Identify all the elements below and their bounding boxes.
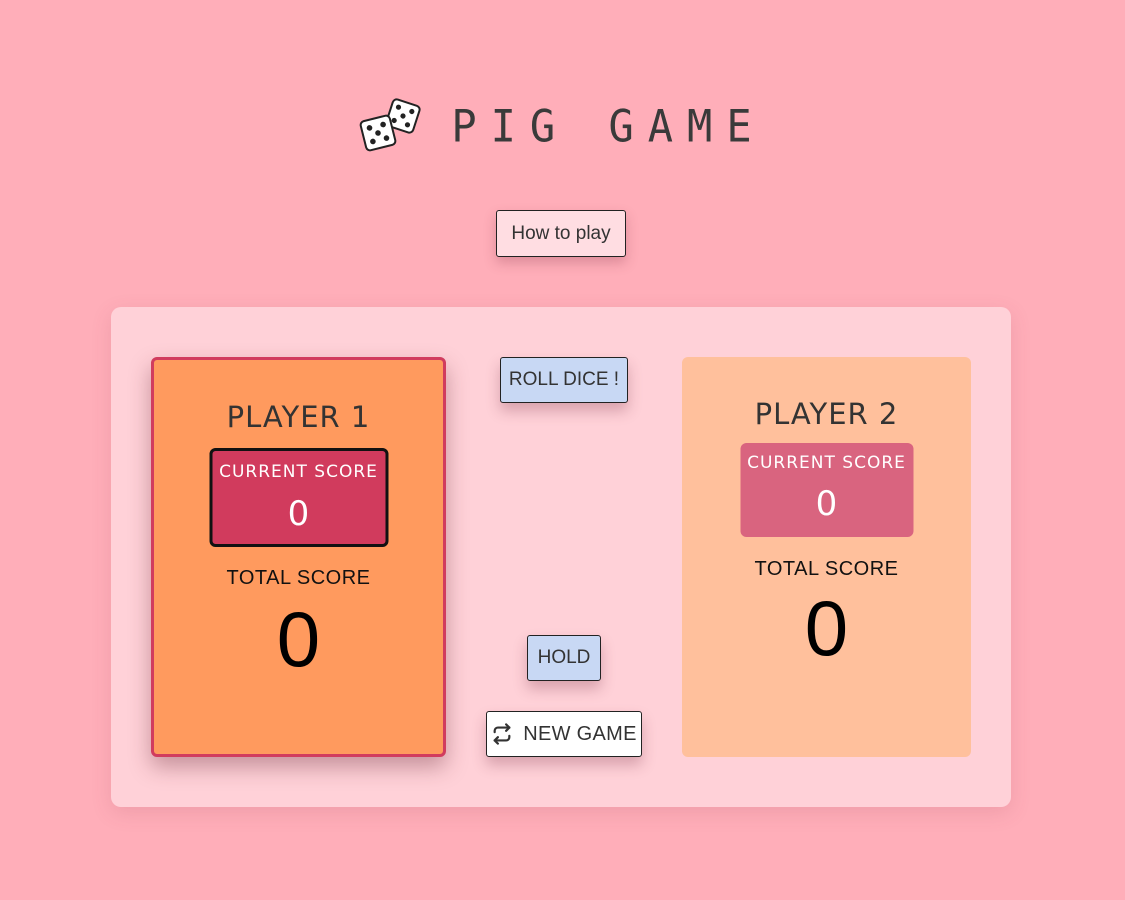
title-text: PIG GAME <box>451 100 766 152</box>
new-game-label: NEW GAME <box>523 722 637 745</box>
new-game-button[interactable]: NEW GAME <box>486 711 642 757</box>
player-1-current-score: 0 <box>287 494 310 534</box>
swap-icon <box>493 723 511 745</box>
player-1-name: PLAYER 1 <box>226 400 371 434</box>
total-score-label: TOTAL SCORE <box>226 567 371 589</box>
game-board: PLAYER 1 CURRENT SCORE 0 TOTAL SCORE 0 R… <box>111 307 1011 807</box>
hold-button[interactable]: HOLD <box>527 635 601 681</box>
total-score-label: TOTAL SCORE <box>754 558 899 580</box>
player-2-current-score: 0 <box>815 484 838 524</box>
roll-dice-button[interactable]: ROLL DICE ! <box>500 357 628 403</box>
player-2-current-score-box: CURRENT SCORE 0 <box>740 443 913 537</box>
current-score-label: CURRENT SCORE <box>219 462 378 482</box>
dice-icon <box>360 98 421 152</box>
player-1-current-score-box: CURRENT SCORE 0 <box>209 448 388 547</box>
player-2-panel: PLAYER 2 CURRENT SCORE 0 TOTAL SCORE 0 <box>682 357 971 757</box>
current-score-label: CURRENT SCORE <box>747 453 906 473</box>
page-title: PIG GAME <box>0 98 1125 154</box>
player-1-total-score: 0 <box>276 595 321 683</box>
player-2-total-score: 0 <box>804 584 849 672</box>
how-to-play-button[interactable]: How to play <box>496 210 626 257</box>
player-2-name: PLAYER 2 <box>754 397 899 431</box>
player-1-panel: PLAYER 1 CURRENT SCORE 0 TOTAL SCORE 0 <box>151 357 446 757</box>
